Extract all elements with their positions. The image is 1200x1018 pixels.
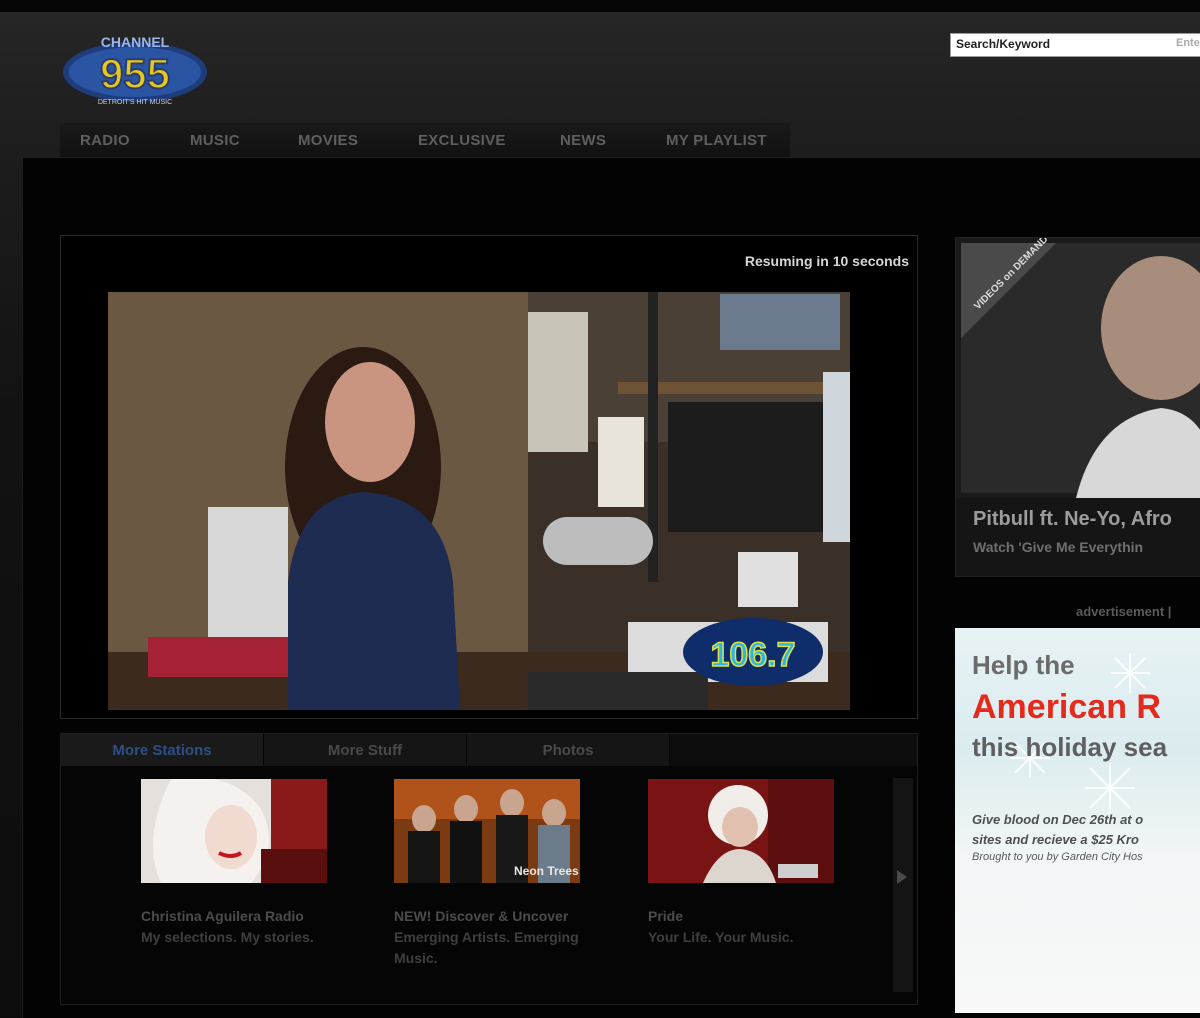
promo-subtitle: Watch 'Give Me Everythin [973,539,1144,555]
station-card-pride[interactable]: Pride Your Life. Your Music. [648,779,838,948]
nav-my-playlist[interactable]: MY PLAYLIST [666,132,767,149]
station-card-discover[interactable]: Neon Trees NEW! Discover & Uncover Emerg… [394,779,584,969]
video-promo[interactable]: VIDEOS on DEMAND Pitbull ft. Ne-Yo, Afro… [955,237,1200,577]
browser-top-strip [0,0,1200,12]
tab-bar: More Stations More Stuff Photos [61,734,917,766]
station-description: Your Life. Your Music. [648,929,794,945]
search-enter-button[interactable]: Enter [1176,37,1200,49]
station-watermark: 106.7 [710,636,795,674]
tab-more-stations[interactable]: More Stations [61,734,264,766]
thumb-band-name: Neon Trees [514,864,579,878]
station-card-christina[interactable]: Christina Aguilera Radio My selections. … [141,777,331,948]
ad-headline-3: this holiday sea [972,732,1168,762]
logo-channel-text: CHANNEL [101,34,170,50]
american-red-cross-ad[interactable]: Help the American R this holiday sea Giv… [955,628,1200,1013]
nav-movies[interactable]: MOVIES [298,132,358,149]
ad-body-2: sites and recieve a $25 Kro [972,832,1139,847]
nav-radio[interactable]: RADIO [80,132,130,149]
tab-more-stuff[interactable]: More Stuff [264,734,467,766]
chevron-right-icon[interactable] [897,870,907,884]
logo-tagline: DETROIT'S HIT MUSIC [98,99,172,106]
station-list: Christina Aguilera Radio My selections. … [141,777,861,999]
station-title[interactable]: Pride [648,906,838,927]
ad-headline-2: American R [972,688,1161,726]
nav-music[interactable]: MUSIC [190,132,240,149]
station-title[interactable]: Christina Aguilera Radio [141,906,331,927]
resume-status: Resuming in 10 seconds [744,253,909,269]
station-thumb-discover[interactable]: Neon Trees [394,779,580,883]
search-input[interactable]: Search/Keyword [950,33,1200,57]
promo-image[interactable]: VIDEOS on DEMAND [956,238,1200,498]
station-title[interactable]: NEW! Discover & Uncover [394,906,584,927]
ad-body-1: Give blood on Dec 26th at o [972,812,1144,827]
station-thumb-christina[interactable] [141,777,327,883]
ad-headline-1: Help the [972,650,1075,680]
video-player[interactable]: Resuming in 10 seconds 106.7 [60,235,918,719]
advertisement-label: advertisement | [1076,604,1172,619]
video-frame[interactable]: 106.7 [108,292,850,710]
station-description: My selections. My stories. [141,929,314,945]
nav-news[interactable]: NEWS [560,132,606,149]
station-tabs-panel: More Stations More Stuff Photos Christin… [60,733,918,1005]
ad-credit: Brought to you by Garden City Hos [972,851,1143,863]
logo-number-text: 955 [100,50,170,97]
promo-title[interactable]: Pitbull ft. Ne-Yo, Afro [973,508,1172,531]
station-thumb-pride[interactable] [648,779,834,883]
nav-exclusive[interactable]: EXCLUSIVE [418,132,506,149]
carousel-scroll-column [893,778,913,992]
channel-955-logo[interactable]: CHANNEL 955 DETROIT'S HIT MUSIC [60,26,210,112]
main-nav: RADIO MUSIC MOVIES EXCLUSIVE NEWS MY PLA… [60,123,790,157]
station-description: Emerging Artists. Emerging Music. [394,929,579,966]
tab-photos[interactable]: Photos [467,734,670,766]
